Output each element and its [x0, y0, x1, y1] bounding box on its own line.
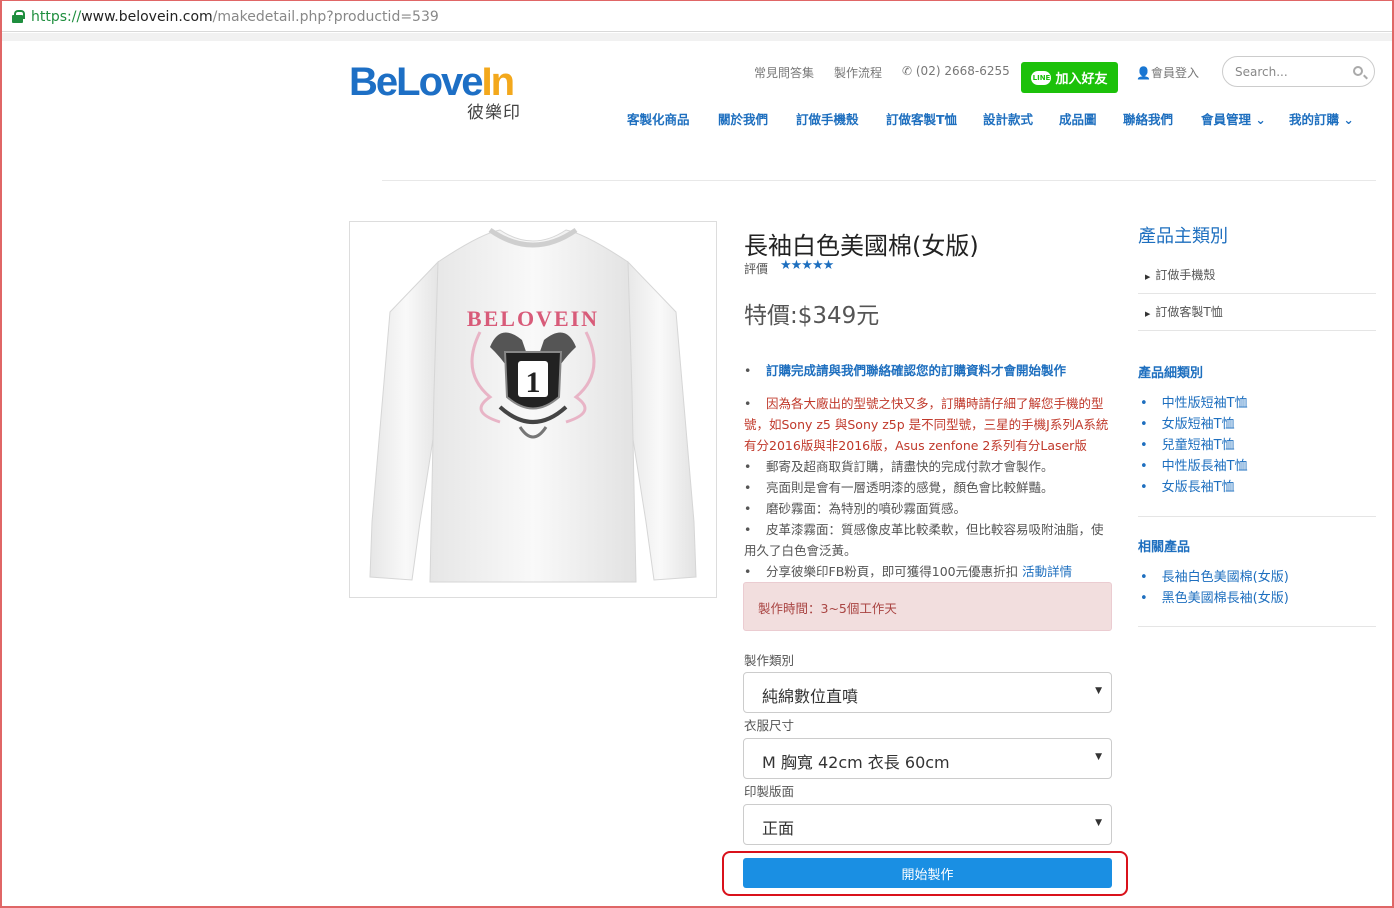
member-login-link[interactable]: 👤會員登入 [1136, 64, 1199, 81]
main-category-title: 產品主類別 [1138, 226, 1228, 247]
bullet-text: 郵寄及超商取貨訂購，請盡快的完成付款才會製作。 [766, 459, 1054, 474]
logo-text-1: BeLove [349, 60, 483, 104]
main-category-label: 訂做手機殼 [1155, 268, 1216, 282]
related-product-label: 黑色美國棉長袖(女版) [1161, 591, 1289, 606]
search-icon[interactable] [1353, 66, 1363, 76]
nav-custom-tshirt[interactable]: 訂做客製T恤 [886, 109, 957, 128]
faq-link[interactable]: 常見問答集 [754, 64, 814, 81]
tshirt-illustration: 1 BELOVEIN [369, 227, 697, 583]
bullet-text: 因為各大廠出的型號之快又多，訂購時請仔細了解您手機的型號，如Sony z5 與S… [744, 396, 1109, 453]
url-host: www.belovein.com [81, 8, 213, 25]
activity-details-link[interactable]: 活動詳情 [1022, 564, 1072, 579]
header-divider [382, 180, 1376, 181]
dropdown-arrow-icon: ▼ [1095, 818, 1102, 828]
size-select[interactable]: M 胸寬 42cm 衣長 60cm ▼ [743, 738, 1112, 779]
print-side-select[interactable]: 正面 ▼ [743, 804, 1112, 845]
nav-contact[interactable]: 聯絡我們 [1123, 109, 1173, 128]
sidebar-divider [1138, 293, 1376, 294]
print-side-label: 印製版面 [744, 784, 795, 799]
rating-stars: ★★★★★ [780, 258, 834, 273]
product-price: 特價:$349元 [744, 303, 880, 329]
related-products-title: 相關產品 [1138, 540, 1191, 555]
triangle-icon: ▶ [1145, 273, 1151, 281]
related-product-item[interactable]: • 黑色美國棉長袖(女版) [1140, 587, 1289, 606]
bullet-text: 分享彼樂印FB粉頁，即可獲得100元優惠折扣 [766, 564, 1019, 579]
sub-category-item[interactable]: • 女版短袖T恤 [1140, 413, 1235, 432]
production-type-value: 純綿數位直噴 [762, 687, 859, 706]
url-scheme: https:// [31, 8, 82, 25]
product-image: 1 BELOVEIN [349, 221, 717, 598]
line-add-friend-button[interactable]: LINE 加入好友 [1021, 62, 1118, 93]
line-button-label: 加入好友 [1055, 72, 1108, 87]
related-product-item[interactable]: • 長袖白色美國棉(女版) [1140, 566, 1289, 585]
production-time-notice: 製作時間：3~5個工作天 [743, 582, 1112, 631]
phone-number: (02) 2668-6255 [915, 64, 1010, 78]
logo-subtitle: 彼樂印 [467, 103, 521, 123]
notice-text: 製作時間：3~5個工作天 [758, 601, 897, 616]
main-category-tshirt[interactable]: ▶ 訂做客製T恤 [1138, 303, 1376, 320]
url-path: /makedetail.php?productid=539 [212, 8, 439, 25]
sub-category-label: 女版長袖T恤 [1161, 480, 1235, 495]
nav-member-menu[interactable]: 會員管理 ⌄ [1201, 109, 1266, 128]
sub-category-item[interactable]: • 中性版短袖T恤 [1140, 392, 1248, 411]
bullet-matte: • 磨砂霧面：為特別的噴砂霧面質感。 [744, 501, 967, 516]
sub-category-label: 兒童短袖T恤 [1161, 438, 1235, 453]
related-product-label: 長袖白色美國棉(女版) [1161, 570, 1289, 585]
product-title: 長袖白色美國棉(女版) [744, 232, 979, 260]
nav-my-orders[interactable]: 我的訂購 ⌄ [1289, 109, 1354, 128]
bullet-glossy: • 亮面則是會有一層透明漆的感覺，顏色會比較鮮豔。 [744, 480, 1054, 495]
shirt-number: 1 [526, 366, 541, 399]
sub-category-label: 中性版短袖T恤 [1161, 396, 1248, 411]
sub-category-item[interactable]: • 兒童短袖T恤 [1140, 434, 1235, 453]
address-bar[interactable]: https:// www.belovein.com /makedetail.ph… [2, 2, 1392, 32]
bullet-model-warning: • 因為各大廠出的型號之快又多，訂購時請仔細了解您手機的型號，如Sony z5 與… [744, 396, 1109, 453]
line-icon: LINE [1031, 70, 1052, 85]
sub-category-title: 產品細類別 [1138, 366, 1204, 381]
sidebar-divider [1138, 330, 1376, 331]
bullet-text: 皮革漆霧面：質感像皮革比較柔軟，但比較容易吸附油脂，使用久了白色會泛黃。 [744, 522, 1104, 558]
bullet-text: 磨砂霧面：為特別的噴砂霧面質感。 [766, 501, 967, 516]
sidebar-divider [1138, 626, 1376, 627]
nav-design-styles[interactable]: 設計款式 [983, 109, 1033, 128]
bullet-text: 亮面則是會有一層透明漆的感覺，顏色會比較鮮豔。 [766, 480, 1054, 495]
toolbar-band [2, 33, 1392, 41]
dropdown-arrow-icon: ▼ [1095, 752, 1102, 762]
triangle-icon: ▶ [1145, 310, 1151, 318]
bullet-text: 訂購完成請與我們聯絡確認您的訂購資料才會開始製作 [766, 363, 1067, 378]
size-value: M 胸寬 42cm 衣長 60cm [762, 753, 950, 772]
sub-category-label: 中性版長袖T恤 [1161, 459, 1248, 474]
user-icon: 👤 [1136, 66, 1151, 80]
member-login-label: 會員登入 [1150, 66, 1199, 80]
sidebar-divider [1138, 516, 1376, 517]
main-category-phone-case[interactable]: ▶ 訂做手機殼 [1138, 266, 1376, 283]
nav-phone-case[interactable]: 訂做手機殼 [796, 109, 859, 128]
bullet-fb-share: • 分享彼樂印FB粉頁，即可獲得100元優惠折扣 活動詳情 [744, 564, 1073, 579]
dropdown-arrow-icon: ▼ [1095, 686, 1102, 696]
process-link[interactable]: 製作流程 [834, 64, 882, 81]
site-logo[interactable]: BeLoveIn 彼樂印 [349, 60, 529, 123]
search-input[interactable]: Search... [1222, 56, 1375, 87]
rating-label: 評價 [744, 262, 769, 276]
lock-icon [12, 10, 25, 23]
nav-custom-products[interactable]: 客製化商品 [627, 109, 690, 128]
sub-category-item[interactable]: • 女版長袖T恤 [1140, 476, 1235, 495]
sub-category-item[interactable]: • 中性版長袖T恤 [1140, 455, 1248, 474]
nav-gallery[interactable]: 成品圖 [1059, 109, 1097, 128]
sub-category-label: 女版短袖T恤 [1161, 417, 1235, 432]
main-category-label: 訂做客製T恤 [1155, 305, 1223, 319]
shirt-brand-text: BELOVEIN [467, 306, 599, 331]
size-label: 衣服尺寸 [744, 718, 795, 733]
bullet-payment: • 郵寄及超商取貨訂購，請盡快的完成付款才會製作。 [744, 459, 1054, 474]
search-placeholder: Search... [1235, 64, 1288, 79]
phone-link[interactable]: ✆ (02) 2668-6255 [902, 64, 1010, 78]
print-side-value: 正面 [762, 819, 795, 838]
bullet-confirm-order: • 訂購完成請與我們聯絡確認您的訂購資料才會開始製作 [744, 363, 1067, 378]
production-type-select[interactable]: 純綿數位直噴 ▼ [743, 672, 1112, 713]
nav-about-us[interactable]: 關於我們 [718, 109, 768, 128]
bullet-leather: • 皮革漆霧面：質感像皮革比較柔軟，但比較容易吸附油脂，使用久了白色會泛黃。 [744, 522, 1104, 558]
start-making-button[interactable]: 開始製作 [743, 858, 1112, 888]
production-type-label: 製作類別 [744, 653, 795, 668]
phone-icon: ✆ [902, 64, 916, 78]
